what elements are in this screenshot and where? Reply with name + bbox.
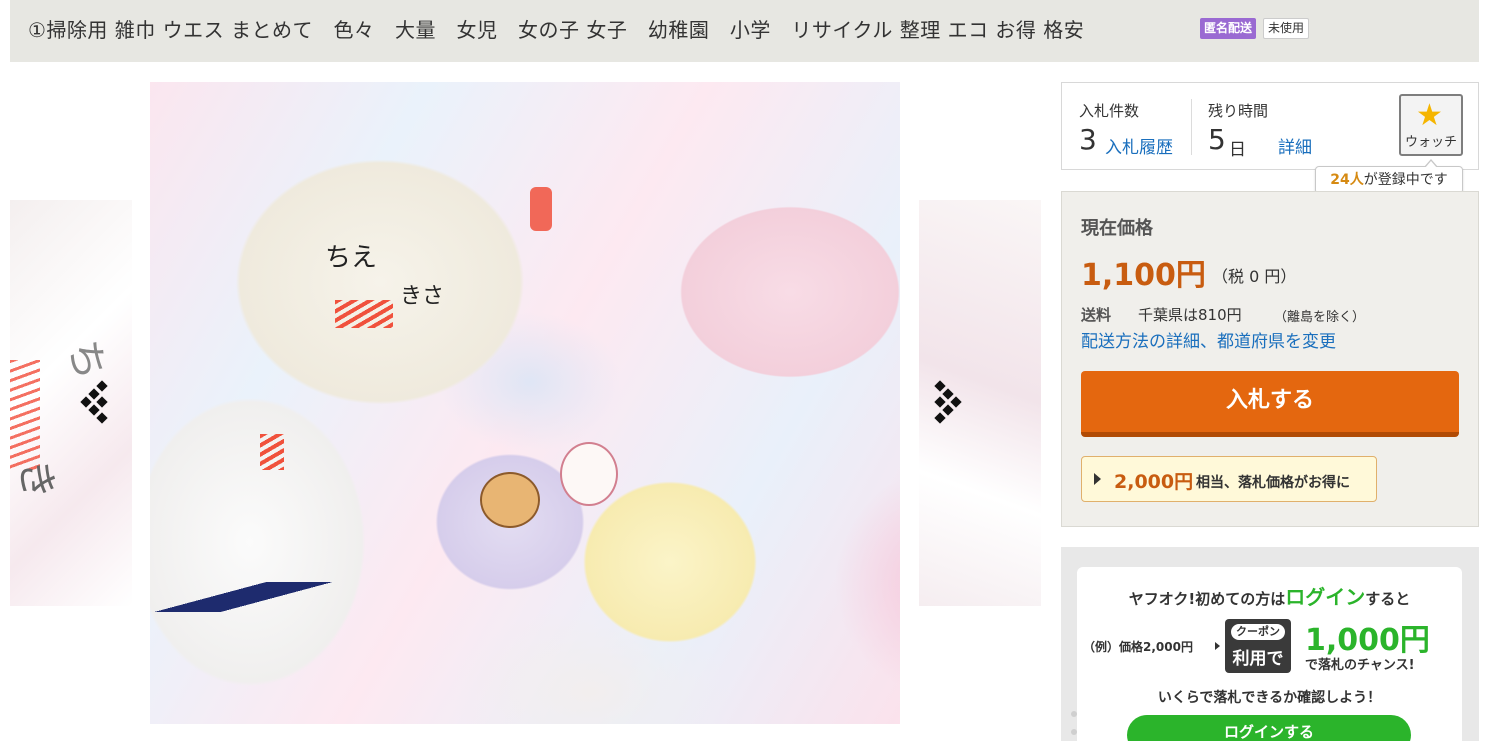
redaction-mark <box>530 187 552 231</box>
time-left-unit: 日 <box>1229 140 1246 160</box>
carousel-dot[interactable] <box>1071 729 1077 735</box>
triangle-right-icon <box>1094 473 1101 485</box>
discount-amount: 1,000円 <box>1305 623 1430 658</box>
promo-text: 相当、落札価格がお得に <box>1196 475 1350 491</box>
bear-print <box>480 472 540 528</box>
anonymous-shipping-badge: 匿名配送 <box>1200 18 1257 39</box>
coupon-use-label: 利用で <box>1232 649 1284 669</box>
shipping-label: 送料 <box>1081 306 1112 324</box>
shipping-value: 千葉県は810円 <box>1138 306 1242 324</box>
login-button[interactable]: ログインする <box>1127 715 1411 741</box>
place-bid-button[interactable]: 入札する <box>1081 371 1459 437</box>
watch-tip-text: が登録中です <box>1363 172 1448 188</box>
previous-image-arrow-icon[interactable] <box>80 380 120 424</box>
watch-label: ウォッチ <box>1404 135 1457 150</box>
side-handwriting: き <box>10 456 63 504</box>
login-promo-banner: ヤフオク!初めての方はログインすると （例）価格2,000円 クーポン 利用で … <box>1061 547 1479 741</box>
next-image-arrow-icon[interactable] <box>930 380 970 424</box>
login-promo-card: ヤフオク!初めての方はログインすると （例）価格2,000円 クーポン 利用で … <box>1077 567 1462 741</box>
example-price: （例）価格2,000円 <box>1083 640 1193 654</box>
divider <box>1191 99 1192 155</box>
login-check-text: いくらで落札できるか確認しよう！ <box>1157 690 1382 706</box>
carousel-dot[interactable] <box>1071 711 1077 717</box>
photo-stripe <box>150 582 370 612</box>
coupon-icon: クーポン 利用で <box>1225 619 1291 673</box>
time-left-label: 残り時間 <box>1208 102 1269 120</box>
current-price: 1,100円 <box>1081 258 1206 293</box>
watch-button[interactable]: ★ ウォッチ <box>1399 94 1463 156</box>
shipping-note: （離島を除く） <box>1274 310 1366 325</box>
bid-count-value: 3 <box>1079 123 1097 156</box>
login-headline-prefix: ヤフオク!初めての方は <box>1128 590 1286 608</box>
promo-price: 2,000円 <box>1114 471 1194 493</box>
time-left-value: 5 <box>1208 123 1226 156</box>
main-product-photo[interactable]: ちえ きさ <box>150 82 900 724</box>
bunny-print <box>560 442 618 506</box>
login-promo-headline: ヤフオク!初めての方はログインすると <box>1077 581 1462 610</box>
tax-amount: （税 0 円） <box>1212 267 1297 286</box>
price-panel: 現在価格 1,100円 （税 0 円） 送料 千葉県は810円 （離島を除く） … <box>1061 191 1479 527</box>
triangle-right-icon <box>1215 642 1220 650</box>
login-headline-highlight: ログイン <box>1285 585 1366 609</box>
bid-count-label: 入札件数 <box>1079 102 1140 120</box>
condition-badge: 未使用 <box>1263 18 1310 39</box>
coupon-label: クーポン <box>1231 624 1285 640</box>
watch-count: 24人 <box>1330 172 1364 188</box>
login-headline-suffix: すると <box>1365 590 1411 608</box>
time-detail-link[interactable]: 詳細 <box>1278 133 1312 158</box>
watch-count-tooltip: 24人が登録中です <box>1315 159 1463 194</box>
price-promo-banner[interactable]: 2,000円 相当、落札価格がお得に <box>1081 456 1377 502</box>
redaction-mark <box>260 434 284 470</box>
title-bar: ①掃除用 雑巾 ウエス まとめて 色々 大量 女児 女の子 女子 幼稚園 小学 … <box>10 0 1479 62</box>
discount-text: で落札のチャンス! <box>1305 658 1415 673</box>
current-price-label: 現在価格 <box>1081 218 1153 239</box>
shipping-details-link[interactable]: 配送方法の詳細、都道府県を変更 <box>1081 327 1336 352</box>
item-title: ①掃除用 雑巾 ウエス まとめて 色々 大量 女児 女の子 女子 幼稚園 小学 … <box>28 18 1085 42</box>
redaction-mark <box>335 300 393 328</box>
side-handwriting: ち <box>59 336 113 384</box>
star-icon: ★ <box>1416 98 1443 133</box>
bid-history-link[interactable]: 入札履歴 <box>1105 133 1173 158</box>
redaction-mark <box>10 360 40 470</box>
photo-handwriting-2: きさ <box>400 284 445 309</box>
photo-handwriting-1: ちえ <box>325 243 378 273</box>
